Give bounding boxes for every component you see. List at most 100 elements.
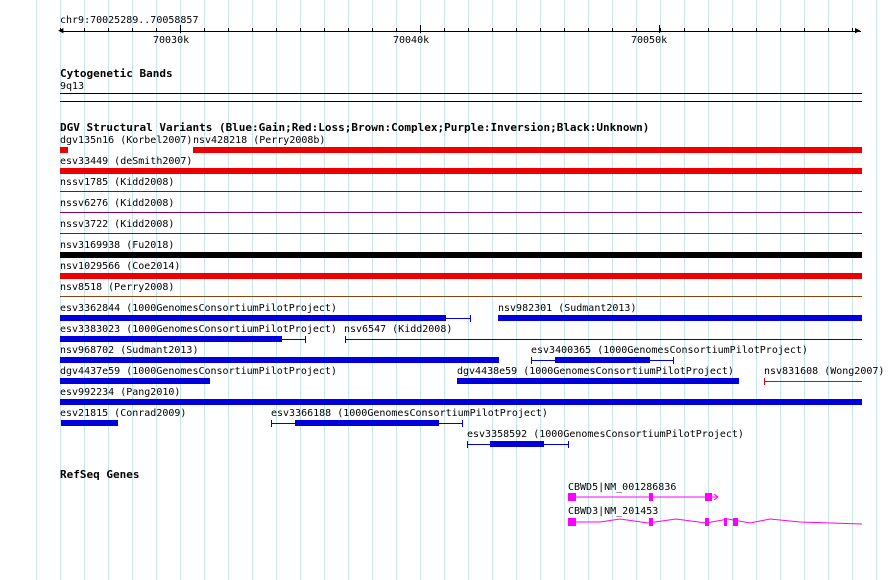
variant-label-nsv6547[interactable]: nsv6547 (Kidd2008) (344, 324, 452, 336)
ruler-major-tick (180, 25, 181, 33)
ruler-minor-tick (468, 28, 469, 31)
variant-bar-nsv3169938[interactable] (60, 252, 862, 258)
ruler-minor-tick (756, 28, 757, 31)
variant-label-nsv968702[interactable]: nsv968702 (Sudmant2013) (60, 345, 198, 357)
grid-line (852, 0, 853, 580)
ruler-minor-tick (660, 28, 661, 31)
cytoband-top-line (60, 93, 862, 94)
ruler-minor-tick (636, 28, 637, 31)
variant-label-esv21815[interactable]: esv21815 (Conrad2009) (60, 408, 186, 420)
ruler-minor-tick (612, 28, 613, 31)
variant-label-dgv4438e59[interactable]: dgv4438e59 (1000GenomesConsortiumPilotPr… (457, 366, 734, 378)
grid-line (828, 0, 829, 580)
grid-line (468, 0, 469, 580)
ruler-minor-tick (540, 28, 541, 31)
variant-bar-dgv4438e59[interactable] (457, 378, 739, 384)
variant-label-nssv1785[interactable]: nssv1785 (Kidd2008) (60, 177, 174, 189)
variant-bar-dgv4437e59[interactable] (60, 378, 210, 384)
ruler-minor-tick (852, 28, 853, 31)
variant-label-nsv982301[interactable]: nsv982301 (Sudmant2013) (498, 303, 636, 315)
variant-whisker-esv3383023 (282, 339, 305, 340)
variant-bar-nsv8518[interactable] (60, 296, 862, 297)
ruler-minor-tick (372, 28, 373, 31)
variant-bar-esv3400365[interactable] (555, 357, 650, 363)
grid-line (876, 0, 877, 580)
ruler-minor-tick (276, 28, 277, 31)
variant-bar-esv21815[interactable] (61, 420, 118, 426)
ruler-right-arrow-icon: ▶ (855, 26, 861, 36)
ruler-minor-tick (108, 28, 109, 31)
grid-line (516, 0, 517, 580)
grid-line (732, 0, 733, 580)
ruler-minor-tick (804, 28, 805, 31)
variant-bar-nsv1029566[interactable] (60, 273, 862, 279)
variant-label-esv3362844[interactable]: esv3362844 (1000GenomesConsortiumPilotPr… (60, 303, 337, 315)
ruler-minor-tick (396, 28, 397, 31)
variant-bar-nsv968702[interactable] (60, 357, 499, 363)
variant-bar-nssv1785[interactable] (60, 191, 862, 192)
variant-label-nsv428218[interactable]: nsv428218 (Perry2008b) (193, 135, 325, 147)
variant-whisker-end-esv3362844 (470, 315, 471, 322)
variant-bar-esv3362844[interactable] (60, 315, 446, 321)
grid-line (420, 0, 421, 580)
ruler-minor-tick (348, 28, 349, 31)
ruler-minor-tick (564, 28, 565, 31)
ruler-minor-tick (492, 28, 493, 31)
grid-line (756, 0, 757, 580)
ruler-minor-tick (828, 28, 829, 31)
variant-bar-esv3366188[interactable] (295, 420, 439, 426)
variant-label-esv3358592[interactable]: esv3358592 (1000GenomesConsortiumPilotPr… (467, 429, 744, 441)
ruler-major-tick (659, 25, 660, 33)
variant-label-nsv1029566[interactable]: nsv1029566 (Coe2014) (60, 261, 180, 273)
variant-label-nssv3722[interactable]: nssv3722 (Kidd2008) (60, 219, 174, 231)
grid-line (396, 0, 397, 580)
grid-line (324, 0, 325, 580)
ruler-minor-tick (516, 28, 517, 31)
variant-bar-dgv135n16[interactable] (60, 147, 68, 153)
ruler-label-70040k: 70040k (393, 35, 430, 46)
grid-line (372, 0, 373, 580)
variant-whisker-end-esv3383023 (305, 336, 306, 343)
variant-label-esv3366188[interactable]: esv3366188 (1000GenomesConsortiumPilotPr… (271, 408, 548, 420)
grid-line (180, 0, 181, 580)
variant-label-nssv6276[interactable]: nssv6276 (Kidd2008) (60, 198, 174, 210)
variant-bar-nsv6547[interactable] (345, 339, 862, 340)
variant-label-dgv135n16[interactable]: dgv135n16 (Korbel2007) (60, 135, 192, 147)
variant-label-esv3383023[interactable]: esv3383023 (1000GenomesConsortiumPilotPr… (60, 324, 337, 336)
variant-label-nsv8518[interactable]: nsv8518 (Perry2008) (60, 282, 174, 294)
variant-label-esv33449[interactable]: esv33449 (deSmith2007) (60, 156, 192, 168)
track-title-dgv: DGV Structural Variants (Blue:Gain;Red:L… (60, 121, 650, 134)
variant-bar-nsv982301[interactable] (498, 315, 862, 321)
variant-label-nsv831608[interactable]: nsv831608 (Wong2007) (764, 366, 884, 378)
ruler-minor-tick (780, 28, 781, 31)
ruler-minor-tick (132, 28, 133, 31)
position-label: chr9:70025289..70058857 (60, 15, 199, 26)
variant-bar-esv992234[interactable] (60, 399, 862, 405)
variant-label-esv3400365[interactable]: esv3400365 (1000GenomesConsortiumPilotPr… (531, 345, 808, 357)
variant-label-dgv4437e59[interactable]: dgv4437e59 (1000GenomesConsortiumPilotPr… (60, 366, 337, 378)
gene-model-cbwd3[interactable] (560, 514, 864, 530)
variant-label-esv992234[interactable]: esv992234 (Pang2010) (60, 387, 180, 399)
ruler-minor-tick (708, 28, 709, 31)
ruler-minor-tick (684, 28, 685, 31)
variant-label-nsv3169938[interactable]: nsv3169938 (Fu2018) (60, 240, 174, 252)
variant-bar-nssv3722[interactable] (60, 233, 862, 234)
variant-whisker-end-esv3400365 (673, 357, 674, 364)
grid-line (780, 0, 781, 580)
variant-bar-nsv428218[interactable] (193, 147, 862, 153)
grid-line (228, 0, 229, 580)
ruler-minor-tick (324, 28, 325, 31)
ruler-minor-tick (228, 28, 229, 31)
variant-bar-esv3383023[interactable] (60, 336, 282, 342)
ruler-minor-tick (60, 28, 61, 31)
ruler-minor-tick (444, 28, 445, 31)
cytoband-bottom-line (60, 101, 862, 102)
ruler-minor-tick (84, 28, 85, 31)
variant-bar-esv33449[interactable] (60, 168, 862, 174)
ruler-axis (61, 31, 861, 32)
gene-model-cbwd5[interactable] (560, 490, 730, 504)
variant-bar-nssv6276[interactable] (60, 212, 862, 213)
variant-bar-nsv831608[interactable] (764, 381, 862, 382)
variant-bar-esv3358592[interactable] (490, 441, 544, 447)
grid-line (300, 0, 301, 580)
